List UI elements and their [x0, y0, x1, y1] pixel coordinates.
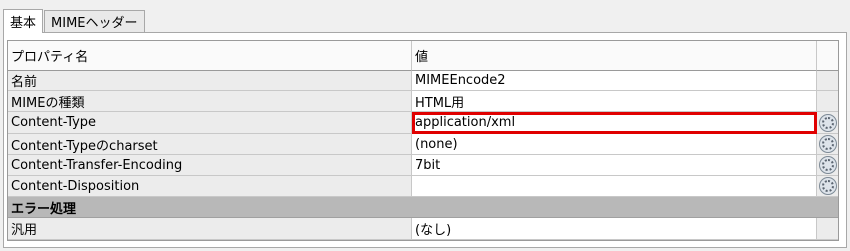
property-label: 名前 [8, 71, 412, 91]
row-dots-button[interactable] [817, 155, 838, 176]
dots-icon [818, 135, 837, 153]
property-grid: プロパティ名 値 名前 MIMEEncode2 MIMEの種類 HTML用 Co… [7, 40, 839, 241]
dots-icon [818, 156, 837, 174]
section-header[interactable]: エラー処理 [8, 197, 838, 218]
property-label: MIMEの種類 [8, 91, 412, 112]
tab-basic[interactable]: 基本 [3, 9, 44, 33]
property-label: Content-Disposition [8, 176, 412, 197]
row-name: 名前 MIMEEncode2 [8, 71, 838, 91]
row-content-disposition: Content-Disposition [8, 176, 838, 197]
row-mime-type: MIMEの種類 HTML用 [8, 91, 838, 112]
header-value[interactable]: 値 [412, 41, 817, 71]
property-value-field[interactable]: HTML用 [412, 91, 817, 112]
property-label: Content-Transfer-Encoding [8, 155, 412, 176]
row-button-empty [817, 218, 838, 240]
property-value-field[interactable] [412, 176, 817, 197]
property-value-field[interactable]: (なし) [412, 218, 817, 240]
grid-header: プロパティ名 値 [8, 41, 838, 71]
row-dots-button[interactable] [817, 112, 838, 134]
header-property-name[interactable]: プロパティ名 [8, 41, 412, 71]
property-label: Content-Type [8, 112, 412, 134]
tab-mime-header[interactable]: MIMEヘッダー [44, 10, 145, 32]
row-dots-button[interactable] [817, 176, 838, 197]
property-value-input[interactable]: application/xml [412, 112, 817, 134]
property-value-field[interactable]: MIMEEncode2 [412, 71, 817, 91]
row-dots-button[interactable] [817, 134, 838, 155]
row-content-type: Content-Type application/xml [8, 112, 838, 134]
row-general: 汎用 (なし) [8, 218, 838, 240]
row-content-transfer-encoding: Content-Transfer-Encoding 7bit [8, 155, 838, 176]
row-button-empty [817, 91, 838, 112]
header-spacer [817, 41, 838, 71]
property-value-field[interactable]: (none) [412, 134, 817, 155]
row-content-type-charset: Content-Typeのcharset (none) [8, 134, 838, 155]
property-label: Content-Typeのcharset [8, 134, 412, 155]
tab-bar: 基本 MIMEヘッダー [3, 8, 146, 33]
dots-icon [818, 177, 837, 195]
property-label: 汎用 [8, 218, 412, 240]
property-value-field[interactable]: 7bit [412, 155, 817, 176]
section-error-handling: エラー処理 [8, 197, 838, 218]
dots-icon [818, 113, 837, 132]
row-button-empty [817, 71, 838, 91]
